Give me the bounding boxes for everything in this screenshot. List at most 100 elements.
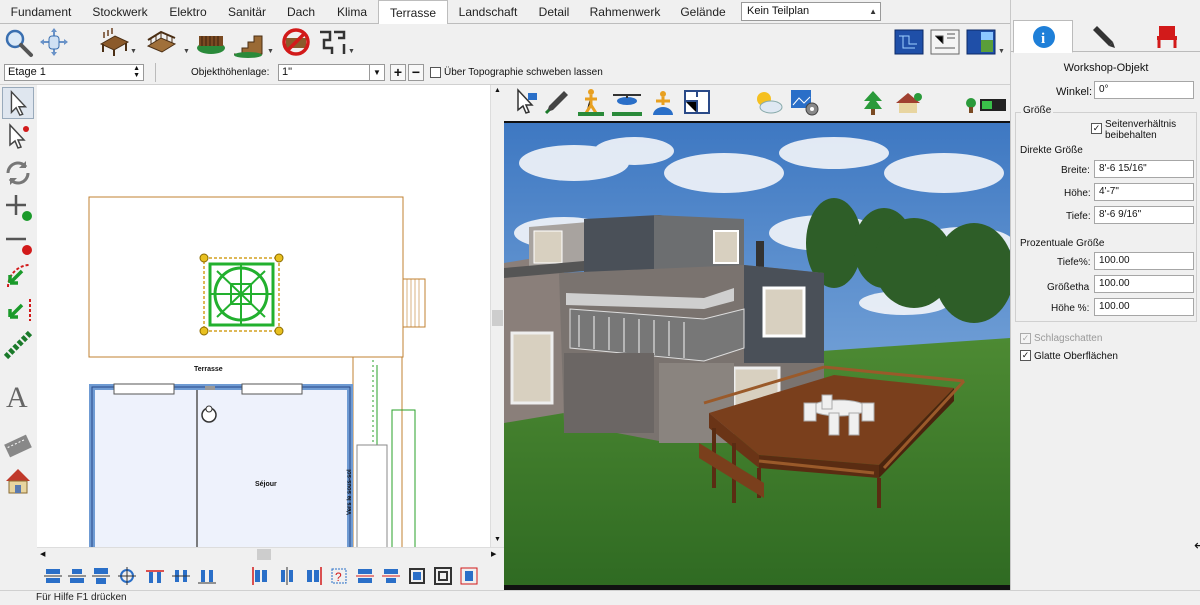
edge-edit-icon[interactable] [2,293,34,325]
terrain-plant-icon[interactable] [858,87,888,117]
scroll-up-icon[interactable]: ▲ [494,87,501,94]
tab-dach[interactable]: Dach [276,0,326,24]
railing-dropdown-icon[interactable]: ▼ [183,48,190,55]
path-dropdown-icon[interactable]: ▼ [348,48,355,55]
objekthoehe-input[interactable]: 1" ▼ [278,64,385,81]
house-walls[interactable] [89,384,353,547]
weather-icon[interactable] [752,87,784,117]
tiefe-pct-input[interactable]: 100.00 [1094,252,1194,270]
split-view-icon[interactable] [965,26,997,58]
rotate-icon[interactable] [2,157,34,189]
tab-elektro[interactable]: Elektro [158,0,218,24]
plan-vertical-scrollbar[interactable]: ▲ ▼ [490,85,504,547]
tab-klima[interactable]: Klima [326,0,378,24]
vertical-scroll-thumb[interactable] [492,310,503,326]
railing-icon[interactable] [145,26,177,58]
schlagschatten-checkbox[interactable]: ✓ [1020,333,1031,344]
winkel-input[interactable]: 0° [1094,81,1194,99]
plan-view-icon[interactable] [893,26,925,58]
align-floor-icon[interactable] [197,566,217,586]
tab-material[interactable] [1137,20,1197,52]
align-middle-icon[interactable] [67,566,87,586]
deck-icon[interactable] [98,26,130,58]
breite-input[interactable]: 8'-6 15/16" [1094,160,1194,178]
align-bottom-icon[interactable] [91,566,111,586]
tab-sanitaer[interactable]: Sanitär [218,0,276,24]
horizontal-scroll-thumb[interactable] [257,549,271,560]
scroll-down-icon[interactable]: ▼ [494,536,501,543]
drone-view-icon[interactable] [610,87,644,117]
hoehe-input[interactable]: 4'-7" [1094,183,1194,201]
deck-dropdown-icon[interactable]: ▼ [130,48,137,55]
match-width-icon[interactable] [355,566,375,586]
plan-horizontal-scrollbar[interactable]: ◀ ▶ [37,547,504,561]
walkthrough-icon[interactable] [576,87,606,117]
distribute-left-icon[interactable] [251,566,271,586]
inner-frame-icon[interactable] [433,566,453,586]
fence-icon[interactable] [195,26,227,58]
quality-slider-icon[interactable] [964,95,1008,115]
stairs-dropdown-icon[interactable]: ▼ [267,48,274,55]
chain-icon[interactable] [2,329,34,361]
path-tool-icon[interactable] [316,26,348,58]
frame-icon[interactable] [407,566,427,586]
scroll-right-icon[interactable]: ▶ [491,550,496,558]
glatte-oberflaechen-checkbox[interactable]: ✓ [1020,350,1031,361]
tab-info[interactable]: i [1013,20,1073,53]
select-multi-icon[interactable] [2,121,34,153]
align-baseline-icon[interactable] [145,566,165,586]
tab-pen[interactable] [1075,20,1135,52]
layout-view-icon[interactable] [929,26,961,58]
text-icon[interactable]: A [2,379,34,411]
increase-button[interactable]: + [390,64,406,81]
floor-plan-view[interactable]: Terrasse Séjour Vers le sous-sol [37,85,490,547]
groessetha-input[interactable]: 100.00 [1094,275,1194,293]
distribute-center-icon[interactable] [277,566,297,586]
floor-layout-icon[interactable] [682,87,712,117]
center-icon[interactable] [117,566,137,586]
chevron-down-icon[interactable]: ▼ [369,65,384,80]
dollhouse-icon[interactable] [648,87,678,117]
tab-terrasse[interactable]: Terrasse [378,0,448,25]
3d-select-icon[interactable] [510,87,540,117]
tab-rahmenwerk[interactable]: Rahmenwerk [580,0,670,24]
align-center-h-icon[interactable] [171,566,191,586]
render-settings-icon[interactable] [788,87,820,117]
tab-landschaft[interactable]: Landschaft [448,0,528,24]
zoom-icon[interactable] [2,26,34,58]
etage-select[interactable]: Etage 1 ▲ ▼ [4,64,144,81]
pan-hand-icon[interactable] [38,26,70,58]
arc-edit-icon[interactable] [2,259,34,291]
select-arrow-icon[interactable] [2,87,34,119]
match-height-icon[interactable] [381,566,401,586]
seitenverhaeltnis-checkbox[interactable]: ✓ [1091,123,1102,134]
tab-stockwerk[interactable]: Stockwerk [82,0,158,24]
stairs-icon[interactable] [232,26,264,58]
tab-detail[interactable]: Detail [528,0,580,24]
terrace-outline[interactable] [88,196,404,358]
fit-icon[interactable] [459,566,479,586]
decrease-button[interactable]: − [408,64,424,81]
size-question-icon[interactable]: ? [329,566,349,586]
main-toolbar: ▼ ▼ ▼ ▼ ▼ [0,24,1010,60]
tab-fundament[interactable]: Fundament [0,0,82,24]
topo-checkbox[interactable] [430,67,441,78]
terrace-steps[interactable] [402,278,426,328]
teilplan-select[interactable]: Kein Teilplan ▲▼ [741,2,881,33]
hoehe-pct-input[interactable]: 100.00 [1094,298,1194,316]
camera-film-icon[interactable] [2,429,34,461]
eyedropper-icon[interactable] [542,87,572,117]
add-point-icon[interactable] [2,191,34,223]
no-railing-icon[interactable] [280,26,312,58]
view-dropdown-icon[interactable]: ▼ [998,48,1005,55]
remove-point-icon[interactable] [2,225,34,257]
scroll-left-icon[interactable]: ◀ [40,550,45,558]
tab-gelaende[interactable]: Gelände [670,0,736,24]
topo-checkbox-label: Über Topographie schweben lassen [444,67,603,78]
3d-view[interactable] [504,121,1010,587]
exterior-house-icon[interactable] [892,87,924,117]
align-top-icon[interactable] [43,566,63,586]
house-icon[interactable] [2,465,34,497]
tiefe-input[interactable]: 8'-6 9/16" [1094,206,1194,224]
distribute-right-icon[interactable] [303,566,323,586]
